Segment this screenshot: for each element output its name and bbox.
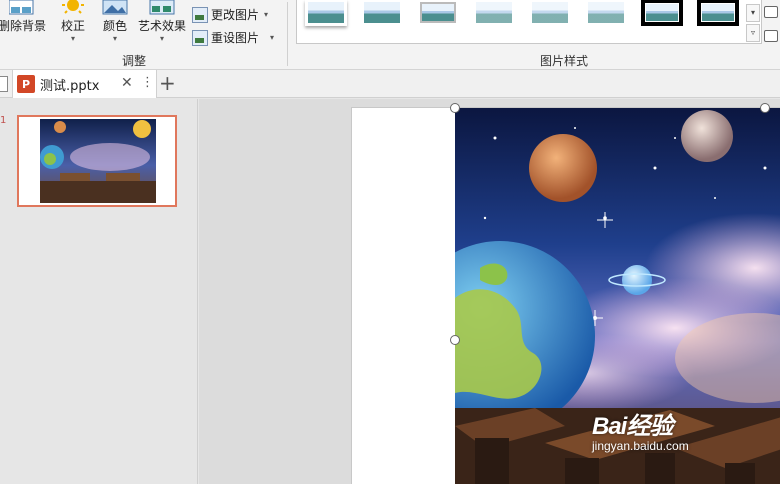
- reset-picture-button[interactable]: 重设图片 ▾: [192, 29, 274, 46]
- close-icon[interactable]: ✕: [121, 75, 133, 91]
- resize-handle-left[interactable]: [450, 335, 460, 345]
- powerpoint-icon: P: [17, 75, 35, 93]
- picture-style-drop-shadow[interactable]: [473, 0, 515, 26]
- change-picture-label: 更改图片: [211, 8, 260, 22]
- remove-background-label: 删除背景: [0, 19, 47, 33]
- remove-background-icon: [9, 0, 34, 15]
- reset-picture-label: 重设图片: [211, 31, 260, 45]
- picture-style-simple-frame-white[interactable]: [305, 0, 347, 26]
- resize-handle-top-right[interactable]: [760, 103, 770, 113]
- artistic-effects-icon: [149, 0, 175, 15]
- picture-style-soft-edge[interactable]: [585, 0, 627, 26]
- gallery-more-button[interactable]: ▿: [746, 24, 760, 42]
- more-options-icon[interactable]: ⋮: [141, 75, 154, 90]
- corrections-button[interactable]: 校正 ▾: [58, 0, 88, 44]
- artistic-effects-button[interactable]: 艺术效果 ▾: [136, 0, 188, 44]
- remove-background-button[interactable]: 删除背景: [0, 0, 47, 34]
- picture-style-thick-matte-black[interactable]: [697, 0, 739, 26]
- document-tab[interactable]: P 测试.pptx ✕ ⋮: [12, 70, 157, 98]
- document-tab-bar: P 测试.pptx ✕ ⋮ +: [0, 70, 780, 98]
- color-icon: [102, 0, 128, 15]
- sun-icon: [62, 0, 84, 14]
- picture-style-metal-frame[interactable]: [417, 0, 459, 26]
- resize-handle-top-left[interactable]: [450, 103, 460, 113]
- baidu-jingyan-watermark: Bai经验 jingyan.baidu.com: [592, 406, 689, 453]
- add-tab-icon[interactable]: +: [159, 71, 176, 95]
- picture-styles-gallery: [296, 0, 762, 44]
- picture-border-icon: [764, 6, 778, 18]
- color-label: 颜色: [102, 19, 127, 33]
- previous-tab-edge[interactable]: [0, 76, 8, 92]
- slide-thumbnail-pane: 1: [0, 99, 198, 484]
- document-tab-name: 测试.pptx: [40, 78, 100, 94]
- artistic-effects-label: 艺术效果: [137, 19, 186, 33]
- watermark-url: jingyan.baidu.com: [592, 439, 689, 453]
- gallery-scroll-down-button[interactable]: ▾: [746, 4, 760, 22]
- slide-editing-canvas: [199, 99, 780, 484]
- slide-number: 1: [0, 115, 7, 126]
- chevron-down-icon: ▾: [159, 34, 164, 43]
- picture-style-beveled-matte[interactable]: [361, 0, 403, 26]
- picture-border-button[interactable]: [764, 6, 780, 20]
- chevron-down-icon: ▾: [112, 34, 117, 43]
- chevron-down-icon: ▾: [264, 10, 269, 19]
- ribbon: 删除背景 校正 ▾ 颜色 ▾ 艺术效果 ▾ 更改图片 ▾ 重设图片 ▾ 调整 ▾…: [0, 0, 780, 70]
- change-picture-button[interactable]: 更改图片 ▾: [192, 6, 268, 23]
- watermark-brand: Bai经验: [592, 413, 673, 440]
- picture-styles-group-label: 图片样式: [540, 54, 589, 68]
- picture-effects-icon: [764, 30, 778, 42]
- chevron-down-icon: ▾: [270, 33, 275, 42]
- corrections-label: 校正: [60, 19, 85, 33]
- picture-style-reflected[interactable]: [529, 0, 571, 26]
- group-divider: [287, 2, 288, 66]
- chevron-down-icon: ▾: [70, 34, 75, 43]
- slide-thumbnail[interactable]: [17, 115, 177, 207]
- reset-picture-icon: [192, 29, 208, 46]
- color-button[interactable]: 颜色 ▾: [100, 0, 130, 44]
- picture-style-double-frame-black[interactable]: [641, 0, 683, 26]
- picture-effects-button[interactable]: [764, 30, 780, 44]
- adjust-group-label: 调整: [122, 54, 147, 68]
- slide-thumbnail-image: [40, 119, 156, 203]
- change-picture-icon: [192, 6, 208, 23]
